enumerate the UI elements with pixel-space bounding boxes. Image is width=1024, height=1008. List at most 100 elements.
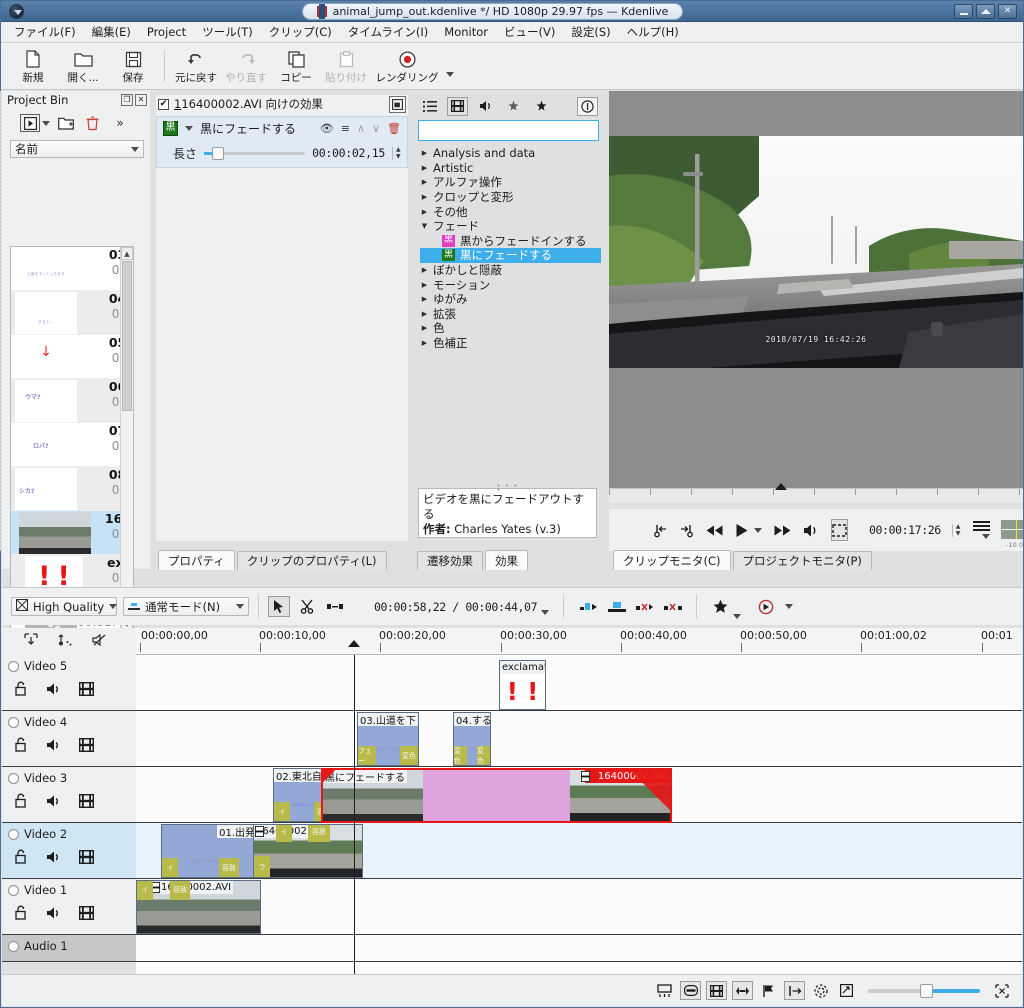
audio-on-icon[interactable] [46,850,61,867]
monitor-timecode[interactable]: 00:00:17:26 [869,523,941,537]
timeline-clip-selected-video[interactable]: 黒にフェードする 16400002.AVI [321,768,672,823]
tree-item-alpha[interactable]: ▶ アルファ操作 [420,175,601,190]
effect-search-input[interactable] [418,120,599,141]
bin-item[interactable]: ロバ? 07. 00: [11,423,133,467]
audio-effects-icon[interactable] [475,97,496,116]
track-active-led-icon[interactable] [8,772,19,784]
project-bin-list[interactable]: 山道を下っていきます 03. 00: すると... 04. 00: ↓ [10,246,134,631]
zone-select-icon[interactable] [831,519,848,541]
effect-delete-icon[interactable]: 🗑 [387,122,401,135]
selection-tool-button[interactable] [268,596,290,617]
toolbar-new-button[interactable]: 新規 [9,47,57,85]
timeline-clip-video-v1[interactable]: 16400002.AVI イ 容赦 [136,880,261,934]
timeline-clip-video-v2[interactable]: 16400002.AVI イ 容赦 ラ [253,824,363,878]
menu-settings[interactable]: 設定(S) [564,22,617,42]
bin-item[interactable]: シカ? 08. 00: [11,467,133,511]
monitor-playhead[interactable] [775,483,787,490]
timeline-clip-title-01[interactable]: 01.出発 しばらくお待ちください イ 容赦 [161,824,258,878]
info-icon[interactable] [577,96,598,116]
record-menu-arrow-icon[interactable] [785,604,794,609]
video-on-icon[interactable] [78,849,95,867]
config-icon[interactable] [810,981,831,1000]
tree-item-fade[interactable]: ▼ フェード [420,219,601,234]
track-video2[interactable]: 01.出発 しばらくお待ちください イ 容赦 16400002.AVI イ 容赦… [136,823,1022,879]
timeline-zoom-slider[interactable] [868,983,980,998]
tree-item-fade-out-selected[interactable]: 黒黒にフェードする [420,248,601,263]
unlock-icon[interactable] [15,849,28,867]
tree-item-blur[interactable]: ▶ ぼかしと隠蔽 [420,263,601,278]
forward-icon[interactable] [773,524,792,537]
effect-options-icon[interactable]: ≡ [341,122,350,135]
bin-item[interactable]: ウマ? 06. 00: [11,379,133,423]
track-video1[interactable]: 16400002.AVI イ 容赦 [136,879,1022,935]
tree-item-misc[interactable]: ▶ その他 [420,204,601,219]
effect-move-up-icon[interactable]: ∧ [357,122,365,135]
overwrite-zone-button[interactable] [606,596,628,617]
track-header-video3[interactable]: Video 3 [2,767,136,823]
timeline-timecode[interactable]: 00:00:58,22 / 00:00:44,07 [374,600,537,614]
tab-properties[interactable]: プロパティ [158,550,235,570]
effect-category-tree[interactable]: ▶ Analysis and data ▶ Artistic ▶ アルファ操作 ▶ クロ… [416,146,601,350]
video-on-icon[interactable] [78,681,95,699]
insert-zone-button[interactable] [578,596,600,617]
tree-item-color[interactable]: ▶ 色 [420,321,601,336]
show-markers-icon[interactable] [732,981,753,1000]
tree-item-crop-transform[interactable]: ▶ クロップと変形 [420,190,601,205]
effect-stack-detach-button[interactable] [389,95,406,113]
timeline-snap-icon[interactable] [654,981,675,1000]
track-audio1[interactable] [136,935,1022,962]
monitor-menu-icon[interactable] [973,521,991,539]
menu-view[interactable]: ビュー(V) [497,22,562,42]
monitor-timecode-stepper[interactable]: ▲ ▼ [951,523,960,537]
add-clip-icon[interactable] [20,114,40,132]
play-menu-arrow-icon[interactable] [754,527,762,533]
tab-effects[interactable]: 効果 [485,550,528,570]
bin-column-header[interactable]: 名前 [10,140,144,158]
toolbar-render-button[interactable]: レンダリング [372,47,442,85]
list-view-icon[interactable] [419,97,440,116]
timeline-clip-title-04[interactable]: 04.する すると 変色 変色 [453,712,491,766]
add-clip-dropdown-arrow[interactable] [42,120,50,126]
audio-on-icon[interactable] [46,682,61,699]
tree-item-artistic[interactable]: ▶ Artistic [420,161,601,176]
effect-collapse-arrow-icon[interactable] [185,125,193,131]
custom-effects-icon[interactable] [503,97,524,116]
track-header-audio1[interactable]: Audio 1 [2,935,136,962]
menu-timeline[interactable]: タイムライン(I) [341,22,436,42]
rewind-icon[interactable] [705,524,724,537]
tree-item-color-correction[interactable]: ▶ 色補正 [420,336,601,351]
render-quality-combo[interactable]: High Quality [11,597,118,616]
track-video4[interactable]: 03.山道を下 山道を下っていきます フェー 変色 04.する すると 変色 変… [136,711,1022,767]
record-monitor-button[interactable] [755,596,777,617]
panel-close-button[interactable]: ✕ [135,93,147,106]
favorite-menu-arrow-icon[interactable] [733,614,742,619]
mute-all-icon[interactable] [92,633,107,650]
splitter-grip-icon[interactable]: • • • • [497,483,519,494]
menu-edit[interactable]: 編集(E) [85,22,138,42]
timeline-tracks[interactable]: exclamat ! ! 03.山道を下 山道を下っていきます フェー 変色 0… [136,655,1022,974]
menu-help[interactable]: ヘルプ(H) [620,22,686,42]
menu-file[interactable]: ファイル(F) [7,22,83,42]
set-zone-in-icon[interactable] [653,523,668,538]
toolbar-redo-button[interactable]: やり直す [222,47,270,85]
show-video-thumbs-icon[interactable] [706,981,727,1000]
menu-tools[interactable]: ツール(T) [195,22,260,42]
spacer-tool-button[interactable] [324,596,346,617]
toolbar-save-button[interactable]: 保存 [109,47,157,85]
show-audio-thumbs-icon[interactable] [680,981,701,1000]
scrollbar-thumb[interactable] [122,261,132,411]
unlock-icon[interactable] [15,737,28,755]
fit-zoom-icon[interactable] [836,981,857,1000]
tree-item-fade-in[interactable]: 黒黒からフェードインする [420,234,601,249]
edit-mode-icon[interactable] [784,981,805,1000]
edit-mode-combo[interactable]: 通常モード(N) [123,597,249,616]
effect-move-down-icon[interactable]: ∨ [372,122,380,135]
slider-knob[interactable] [212,147,225,160]
track-active-led-icon[interactable] [8,828,19,840]
extract-zone-button[interactable] [634,596,656,617]
audio-on-icon[interactable] [46,738,61,755]
video-on-icon[interactable] [78,793,95,811]
track-header-video4[interactable]: Video 4 [2,711,136,767]
tree-item-motion[interactable]: ▶ モーション [420,277,601,292]
zoom-slider-knob[interactable] [920,983,933,998]
